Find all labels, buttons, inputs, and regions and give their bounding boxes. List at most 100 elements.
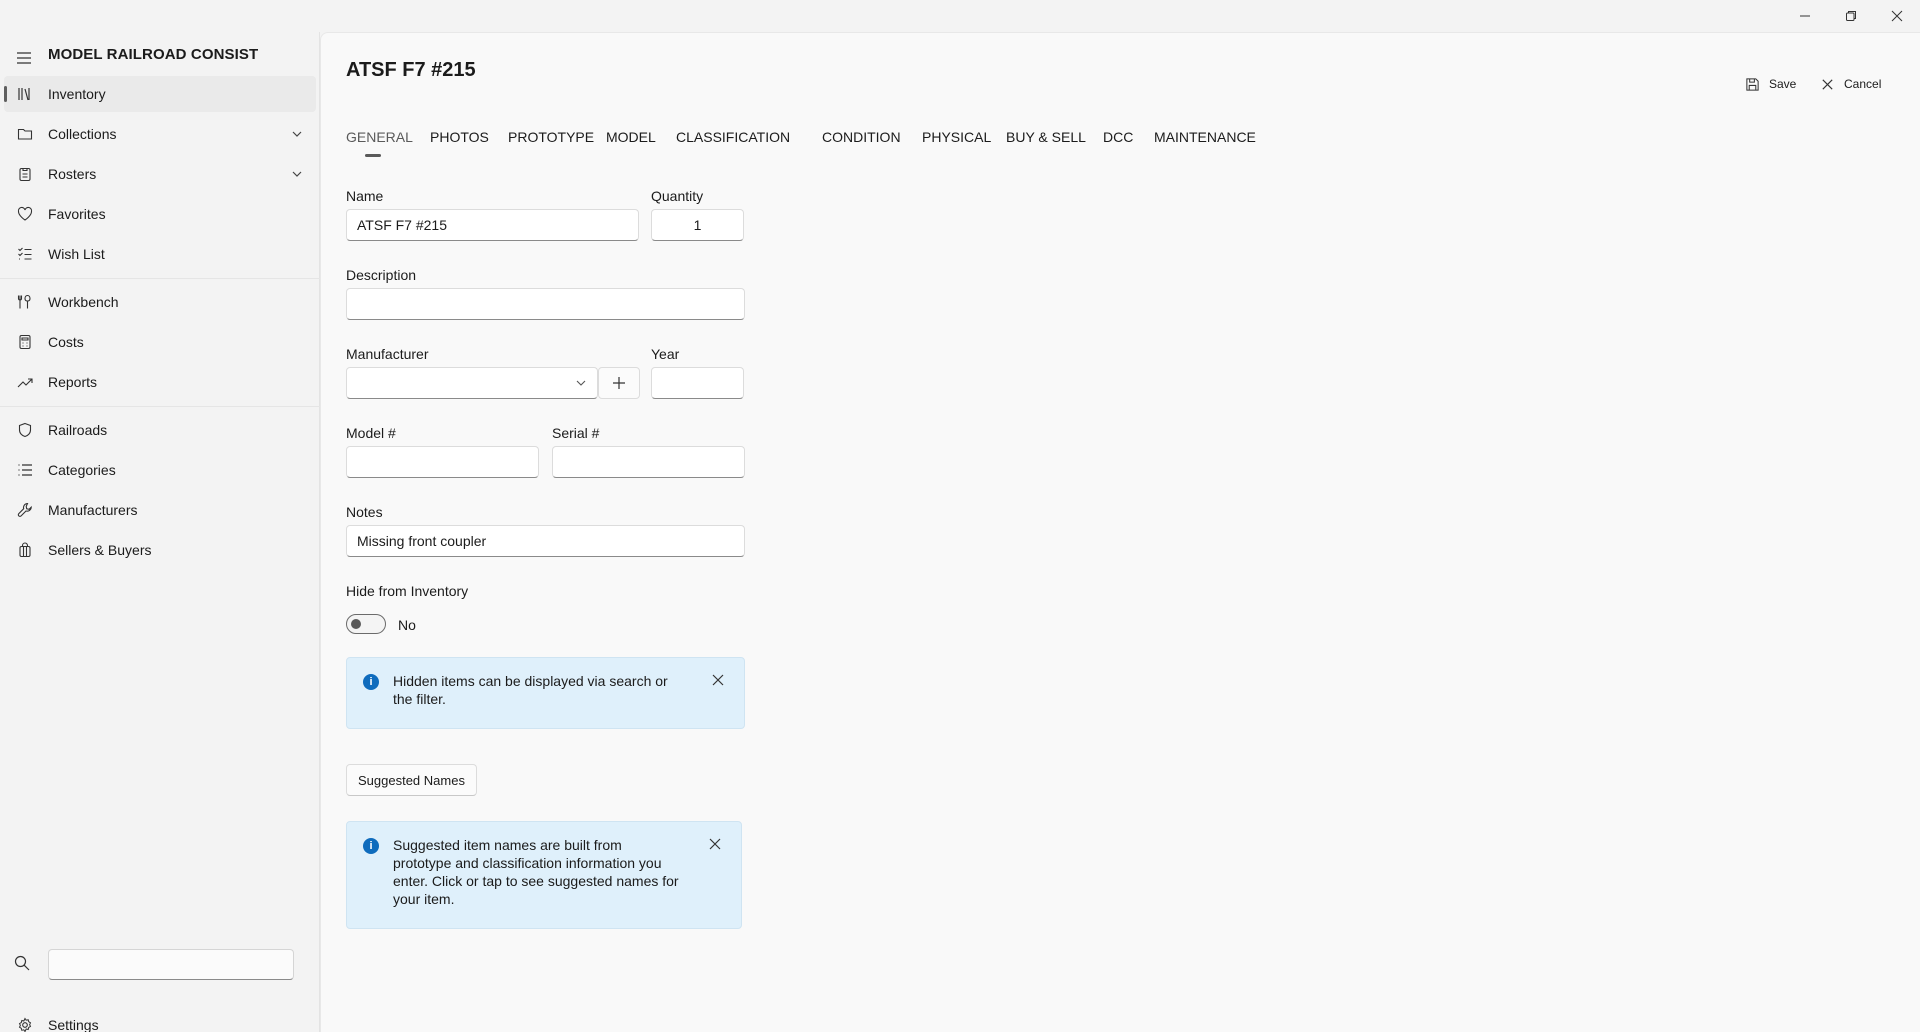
name-field[interactable] — [346, 209, 639, 241]
restore-icon — [1846, 11, 1856, 21]
sidebar-item-wish-list[interactable]: Wish List — [4, 236, 316, 272]
shield-icon — [16, 421, 34, 439]
clipboard-icon — [16, 165, 34, 183]
sidebar-item-railroads[interactable]: Railroads — [4, 412, 316, 448]
list-icon — [16, 461, 34, 479]
tab-dcc[interactable]: DCC — [1103, 129, 1133, 145]
app-title: MODEL RAILROAD CONSIST — [48, 46, 259, 63]
sidebar-item-settings[interactable]: Settings — [4, 1009, 316, 1032]
search-input[interactable] — [48, 949, 294, 980]
sidebar-item-favorites[interactable]: Favorites — [4, 196, 316, 232]
toggle-state-text: No — [398, 617, 416, 633]
divider — [0, 278, 320, 279]
hidden-items-infobar: i Hidden items can be displayed via sear… — [346, 657, 745, 729]
infobar-message: Hidden items can be displayed via search… — [393, 673, 668, 707]
sidebar-item-label: Rosters — [48, 166, 97, 182]
plus-icon — [613, 377, 625, 389]
name-label: Name — [346, 188, 384, 204]
tab-maintenance[interactable]: MAINTENANCE — [1154, 129, 1256, 145]
close-icon[interactable] — [707, 836, 723, 852]
sidebar-item-collections[interactable]: Collections — [4, 116, 316, 152]
close-icon — [1891, 10, 1903, 22]
sidebar-item-label: Costs — [48, 334, 84, 350]
sidebar-item-label: Favorites — [48, 206, 106, 222]
sidebar-item-label: Wish List — [48, 246, 105, 262]
info-icon: i — [363, 674, 379, 690]
suggested-names-button[interactable]: Suggested Names — [346, 764, 477, 796]
sidebar-item-costs[interactable]: Costs — [4, 324, 316, 360]
tab-prototype[interactable]: PROTOTYPE — [508, 129, 594, 145]
save-button[interactable]: Save — [1745, 71, 1796, 97]
menu-button[interactable] — [10, 44, 38, 72]
tab-condition[interactable]: CONDITION — [822, 129, 901, 145]
chevron-down-icon[interactable] — [290, 127, 304, 141]
sidebar-item-label: Inventory — [48, 86, 106, 102]
serial-number-label: Serial # — [552, 425, 600, 441]
tab-general[interactable]: GENERAL — [346, 129, 413, 145]
notes-label: Notes — [346, 504, 383, 520]
quantity-label: Quantity — [651, 188, 704, 204]
save-icon — [1746, 77, 1759, 91]
year-label: Year — [651, 346, 680, 362]
sidebar-item-label: Manufacturers — [48, 502, 138, 518]
minimize-icon — [1800, 15, 1810, 17]
sidebar-item-rosters[interactable]: Rosters — [4, 156, 316, 192]
sidebar-item-label: Categories — [48, 462, 116, 478]
info-icon: i — [363, 838, 379, 854]
manufacturer-label: Manufacturer — [346, 346, 429, 362]
notes-field[interactable] — [346, 525, 745, 557]
selection-indicator — [4, 86, 7, 102]
year-field[interactable] — [651, 367, 744, 399]
sidebar-item-label: Workbench — [48, 294, 119, 310]
trending-icon — [16, 373, 34, 391]
sidebar-item-manufacturers[interactable]: Manufacturers — [4, 492, 316, 528]
calculator-icon — [16, 333, 34, 351]
gear-icon — [16, 1016, 34, 1032]
title-bar — [0, 0, 1920, 32]
model-number-label: Model # — [346, 425, 396, 441]
description-label: Description — [346, 267, 417, 283]
tab-classification[interactable]: CLASSIFICATION — [676, 129, 790, 145]
sidebar-item-reports[interactable]: Reports — [4, 364, 316, 400]
wrench-icon — [16, 501, 34, 519]
close-button[interactable] — [1874, 0, 1920, 32]
close-icon[interactable] — [710, 672, 726, 688]
sidebar-item-label: Collections — [48, 126, 117, 142]
serial-number-field[interactable] — [552, 446, 745, 478]
shopping-bag-icon — [16, 541, 34, 559]
checklist-icon — [16, 245, 34, 263]
tools-icon — [16, 293, 34, 311]
restore-button[interactable] — [1828, 0, 1874, 32]
save-label: Save — [1769, 77, 1797, 91]
sidebar-item-categories[interactable]: Categories — [4, 452, 316, 488]
tab-model[interactable]: MODEL — [606, 129, 656, 145]
manufacturer-dropdown[interactable] — [346, 367, 598, 399]
hide-from-inventory-toggle[interactable] — [346, 614, 386, 634]
chevron-down-icon — [576, 380, 586, 386]
tab-photos[interactable]: PHOTOS — [430, 129, 489, 145]
close-icon — [1822, 78, 1833, 90]
quantity-field[interactable] — [651, 209, 744, 241]
toggle-knob — [351, 619, 361, 629]
minimize-button[interactable] — [1782, 0, 1828, 32]
suggested-names-infobar: i Suggested item names are built from pr… — [346, 821, 742, 929]
description-field[interactable] — [346, 288, 745, 320]
tab-selection-indicator — [365, 154, 381, 157]
sidebar-item-sellers-buyers[interactable]: Sellers & Buyers — [4, 532, 316, 568]
hide-from-inventory-label: Hide from Inventory — [346, 583, 469, 599]
page-title: ATSF F7 #215 — [346, 59, 476, 81]
cancel-label: Cancel — [1844, 77, 1882, 91]
tab-physical[interactable]: PHYSICAL — [922, 129, 991, 145]
divider — [0, 406, 320, 407]
add-manufacturer-button[interactable] — [598, 367, 640, 399]
sidebar-item-inventory[interactable]: Inventory — [4, 76, 316, 112]
model-number-field[interactable] — [346, 446, 539, 478]
cancel-button[interactable]: Cancel — [1820, 71, 1881, 97]
heart-icon — [16, 205, 34, 223]
tab-buy-sell[interactable]: BUY & SELL — [1006, 129, 1086, 145]
infobar-message: Suggested item names are built from prot… — [393, 837, 679, 907]
sidebar-item-workbench[interactable]: Workbench — [4, 284, 316, 320]
sidebar-item-label: Reports — [48, 374, 98, 390]
chevron-down-icon[interactable] — [290, 167, 304, 181]
library-icon — [16, 85, 34, 103]
